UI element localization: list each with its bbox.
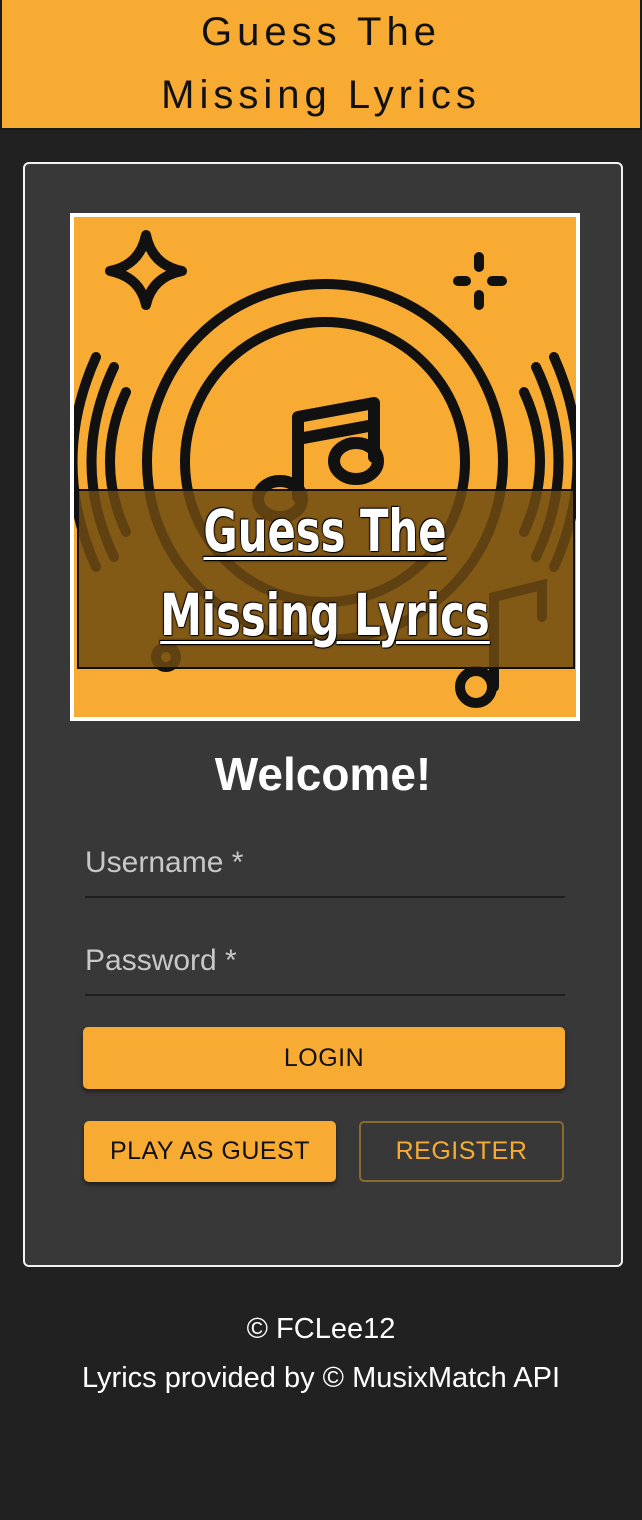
login-button[interactable]: LOGIN — [83, 1027, 565, 1089]
password-input[interactable] — [85, 940, 565, 994]
game-logo: Guess The Missing Lyrics — [70, 213, 580, 721]
login-card: Guess The Missing Lyrics Welcome! Userna… — [23, 162, 623, 1267]
username-input[interactable] — [85, 842, 565, 896]
header-title-line1: Guess The — [201, 10, 441, 54]
username-field[interactable]: Username * — [85, 842, 565, 898]
register-button[interactable]: REGISTER — [359, 1121, 564, 1182]
welcome-heading: Welcome! — [214, 748, 432, 800]
password-field[interactable]: Password * — [85, 940, 565, 996]
logo-title-line2: Missing Lyrics — [160, 581, 490, 649]
logo-title-line1: Guess The — [203, 497, 447, 565]
footer-attribution: Lyrics provided by © MusixMatch API — [81, 1362, 561, 1394]
play-as-guest-button[interactable]: PLAY AS GUEST — [84, 1121, 336, 1182]
footer-copyright: © FCLee12 — [246, 1313, 396, 1345]
header-title-line2: Missing Lyrics — [161, 73, 481, 117]
app-header: Guess The Missing Lyrics — [0, 0, 642, 130]
